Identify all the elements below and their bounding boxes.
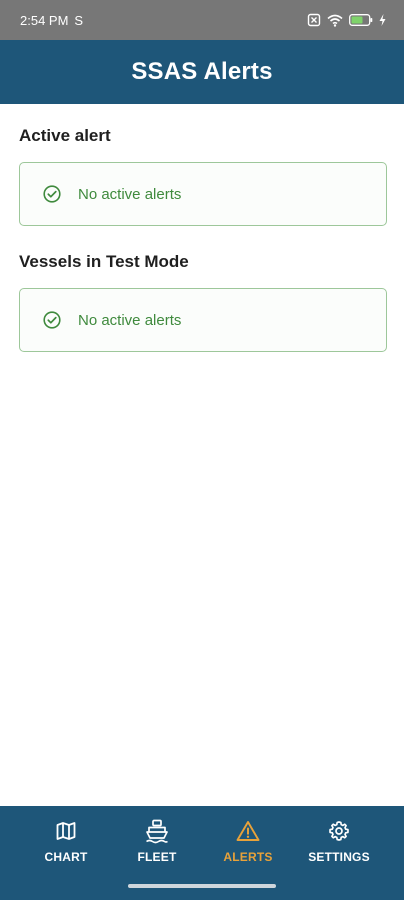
status-left: 2:54 PM S [20, 13, 83, 28]
active-alert-message: No active alerts [78, 185, 182, 203]
tab-settings-label: SETTINGS [308, 850, 370, 864]
page-title: SSAS Alerts [131, 58, 273, 85]
tab-fleet-label: FLEET [137, 850, 177, 864]
tab-settings[interactable]: SETTINGS [294, 818, 384, 870]
charging-icon [379, 14, 386, 26]
sim-off-icon [307, 13, 321, 27]
tab-alerts-label: ALERTS [223, 850, 273, 864]
test-mode-message: No active alerts [78, 311, 182, 329]
tab-fleet[interactable]: FLEET [112, 818, 202, 870]
tab-alerts[interactable]: ALERTS [203, 818, 293, 870]
test-mode-heading: Vessels in Test Mode [19, 252, 189, 271]
check-circle-icon [42, 184, 62, 204]
map-icon [55, 818, 77, 844]
active-alert-heading: Active alert [19, 126, 111, 145]
check-circle-icon [42, 310, 62, 330]
tab-chart[interactable]: CHART [21, 818, 111, 870]
ship-icon [144, 818, 170, 844]
gear-icon [328, 818, 350, 844]
app-header: SSAS Alerts [0, 40, 404, 104]
battery-icon [349, 14, 373, 26]
home-indicator[interactable] [128, 884, 276, 888]
status-right [307, 13, 386, 27]
test-mode-card: No active alerts [19, 288, 387, 352]
status-extra-icon: S [74, 12, 84, 28]
wifi-icon [327, 14, 343, 27]
warning-icon [236, 818, 260, 844]
status-bar: 2:54 PM S [0, 0, 404, 40]
tab-chart-label: CHART [44, 850, 88, 864]
active-alert-card: No active alerts [19, 162, 387, 226]
status-time: 2:54 PM [20, 12, 69, 28]
